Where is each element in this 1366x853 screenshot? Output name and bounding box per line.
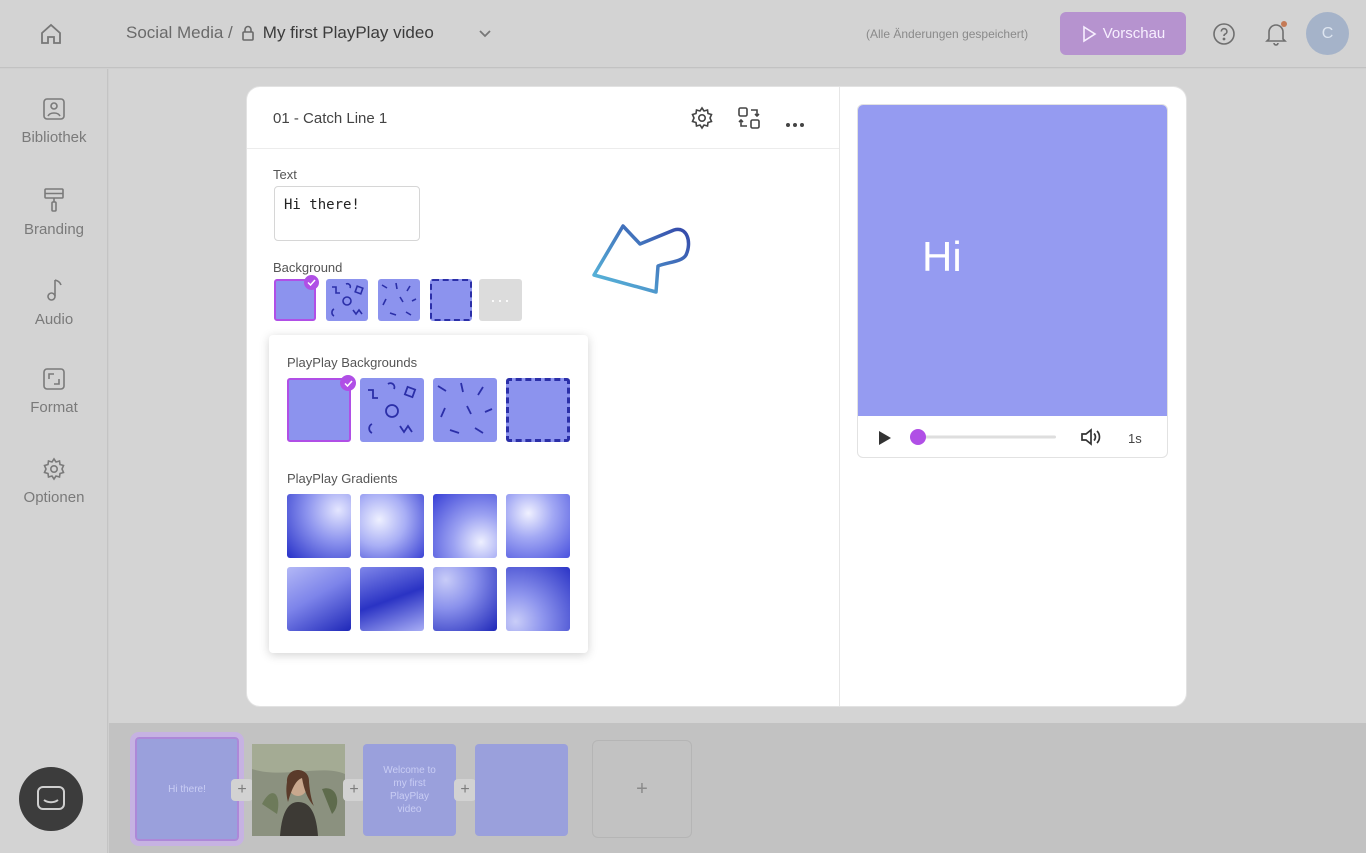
background-option-shapes[interactable] <box>360 378 424 442</box>
chat-button[interactable] <box>19 767 83 831</box>
duration-label: 1s <box>1128 431 1142 446</box>
sidebar-item-label: Optionen <box>23 489 85 506</box>
sidebar-item-format[interactable]: Format <box>0 367 108 416</box>
project-title[interactable]: My first PlayPlay video <box>263 23 434 43</box>
help-icon[interactable] <box>1212 22 1236 51</box>
timeline-clip-2[interactable] <box>252 744 345 836</box>
pointer-arrow-icon <box>592 224 691 294</box>
gradient-option-4[interactable] <box>506 494 570 558</box>
scene-timeline: Hi there! + + Welcome to my first PlayPl… <box>109 723 1366 853</box>
gradient-option-8[interactable] <box>506 567 570 631</box>
insert-scene-button[interactable]: + <box>231 779 253 801</box>
music-note-icon <box>47 279 62 301</box>
sidebar-item-label: Branding <box>23 221 85 238</box>
slider-thumb[interactable] <box>910 429 926 445</box>
more-backgrounds-button[interactable]: ··· <box>479 279 522 321</box>
scene-header: 01 - Catch Line 1 <box>247 87 839 149</box>
play-outline-icon <box>1082 25 1097 42</box>
sidebar-item-branding[interactable]: Branding <box>0 187 108 238</box>
home-icon <box>41 23 61 44</box>
top-bar: Social Media / My first PlayPlay video (… <box>0 0 1366 68</box>
preview-player: Hi 1s <box>857 104 1168 458</box>
background-label: Background <box>273 260 343 275</box>
add-scene-button[interactable]: + <box>592 740 692 838</box>
notification-dot <box>1281 21 1287 27</box>
image-icon <box>43 98 65 120</box>
chat-icon <box>37 786 65 810</box>
insert-scene-button[interactable]: + <box>343 779 365 801</box>
breadcrumb-parent[interactable]: Social Media / <box>126 23 233 43</box>
more-options-icon[interactable] <box>785 115 805 133</box>
scene-settings-icon[interactable] <box>690 106 714 135</box>
timeline-clip-1[interactable]: Hi there! <box>130 732 244 846</box>
home-button[interactable] <box>36 20 66 48</box>
timeline-clip-4[interactable] <box>475 744 568 836</box>
resize-icon <box>43 368 65 390</box>
progress-slider[interactable] <box>908 428 1058 446</box>
scene-title: 01 - Catch Line 1 <box>273 110 388 127</box>
background-option-dashed[interactable] <box>506 378 570 442</box>
clip-label: Hi there! <box>168 783 206 795</box>
gradient-option-3[interactable] <box>433 494 497 558</box>
play-icon[interactable] <box>878 430 892 446</box>
background-swatch-shapes[interactable] <box>326 279 368 321</box>
paint-roller-icon <box>44 188 64 212</box>
sidebar-item-label: Audio <box>34 311 74 328</box>
volume-icon[interactable] <box>1080 427 1102 447</box>
gradient-option-1[interactable] <box>287 494 351 558</box>
preview-screen[interactable]: Hi <box>858 105 1167 416</box>
backgrounds-section-title: PlayPlay Backgrounds <box>287 355 418 370</box>
panel-divider <box>839 87 840 706</box>
sidebar: Bibliothek Branding Audio Format Optione… <box>0 69 108 853</box>
sidebar-item-label: Format <box>30 399 78 416</box>
preview-text: Hi <box>922 233 962 280</box>
sidebar-item-optionen[interactable]: Optionen <box>0 457 108 506</box>
chevron-down-icon[interactable] <box>478 28 492 38</box>
text-label: Text <box>273 167 297 182</box>
preview-button[interactable]: Vorschau <box>1060 12 1186 55</box>
text-field[interactable]: Hi there! <box>274 186 420 241</box>
swap-template-icon[interactable] <box>737 106 761 135</box>
timeline-clip-3[interactable]: Welcome to my first PlayPlay video <box>363 744 456 836</box>
sidebar-item-bibliothek[interactable]: Bibliothek <box>0 97 108 146</box>
save-status: (Alle Änderungen gespeichert) <box>866 27 1029 41</box>
breadcrumb: Social Media / My first PlayPlay video <box>126 23 492 43</box>
clip-label: Welcome to my first PlayPlay video <box>383 765 436 815</box>
sidebar-item-audio[interactable]: Audio <box>0 277 108 328</box>
check-icon <box>304 275 319 290</box>
player-controls: 1s <box>858 416 1167 457</box>
sidebar-item-label: Bibliothek <box>21 129 87 146</box>
preview-button-label: Vorschau <box>1102 25 1166 42</box>
gradient-option-5[interactable] <box>287 567 351 631</box>
gradient-option-7[interactable] <box>433 567 497 631</box>
insert-scene-button[interactable]: + <box>454 779 476 801</box>
person-photo <box>252 744 345 836</box>
gear-icon <box>43 457 65 481</box>
lock-icon <box>241 25 255 41</box>
background-picker-dropdown: PlayPlay Backgrounds PlayPlay Gradients <box>269 335 588 653</box>
gradients-section-title: PlayPlay Gradients <box>287 471 398 486</box>
check-icon <box>340 375 356 391</box>
gradient-option-6[interactable] <box>360 567 424 631</box>
background-swatch-lines[interactable] <box>378 279 420 321</box>
background-swatch-dashed[interactable] <box>430 279 472 321</box>
gradient-option-2[interactable] <box>360 494 424 558</box>
avatar[interactable]: C <box>1306 12 1349 55</box>
background-option-lines[interactable] <box>433 378 497 442</box>
